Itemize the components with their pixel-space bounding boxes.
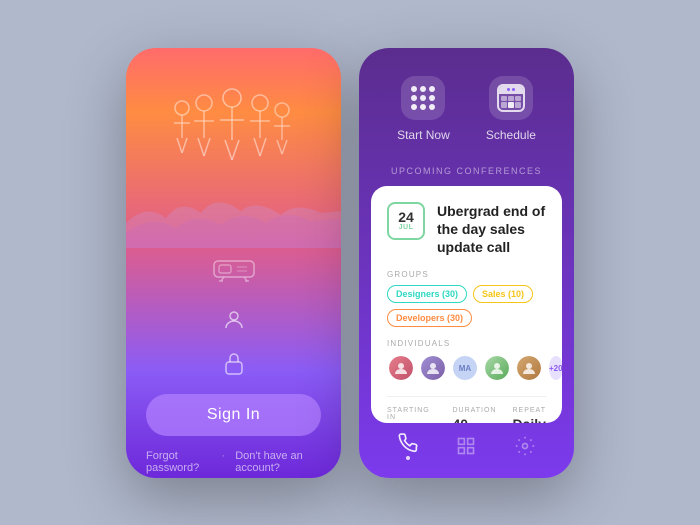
nav-phone-icon[interactable]: [398, 433, 418, 460]
stat-duration: DURATION 40 mins: [452, 407, 496, 422]
phone-nav-icon: [398, 433, 418, 453]
start-now-icon: [401, 76, 445, 120]
individuals-label: INDIVIDUALS: [387, 339, 546, 348]
groups-row: Designers (30) Sales (10) Developers (30…: [387, 285, 546, 327]
schedule-label: Schedule: [486, 128, 536, 142]
start-now-label: Start Now: [397, 128, 450, 142]
schedule-action[interactable]: Schedule: [486, 76, 536, 142]
stat-starting-in: STARTING IN 23h : 46m: [387, 407, 436, 422]
individuals-row: MA: [387, 354, 546, 382]
figures-illustration: [164, 88, 304, 178]
bottom-navigation: [359, 423, 574, 478]
sign-in-button[interactable]: Sign In: [146, 394, 321, 436]
avatar-ma: MA: [451, 354, 479, 382]
card-stats: STARTING IN 23h : 46m DURATION 40 mins R…: [387, 396, 546, 422]
no-account-link[interactable]: Don't have an account?: [235, 450, 321, 474]
avatar-more[interactable]: +20: [547, 354, 562, 382]
right-phone: Start Now: [359, 48, 574, 478]
forgot-password-link[interactable]: Forgot password?: [146, 450, 212, 474]
start-now-action[interactable]: Start Now: [397, 76, 450, 142]
conference-card: 24 JUL Ubergrad end of the day sales upd…: [371, 186, 562, 423]
stat-repeat: REPEAT Daily: [513, 407, 547, 422]
lock-icon: [223, 351, 245, 380]
stat-starting-label: STARTING IN: [387, 407, 436, 421]
phone-svg: [209, 253, 259, 283]
group-sales[interactable]: Sales (10): [473, 285, 533, 303]
action-buttons: Start Now: [359, 48, 574, 158]
nav-grid-icon[interactable]: [456, 436, 476, 456]
figures-area: [126, 48, 341, 288]
telephone-illustration: [209, 253, 259, 288]
nav-settings-icon[interactable]: [515, 436, 535, 456]
grid-nav-icon: [456, 436, 476, 456]
date-badge: 24 JUL: [387, 202, 425, 240]
nav-active-dot: [406, 456, 410, 460]
cloud-decoration: [126, 193, 341, 248]
card-header: 24 JUL Ubergrad end of the day sales upd…: [387, 202, 546, 257]
date-month: JUL: [399, 224, 414, 231]
avatar-4-face: [489, 360, 505, 376]
person-icon-svg: [222, 308, 246, 332]
groups-label: GROUPS: [387, 270, 546, 279]
calendar-icon: [497, 84, 525, 112]
schedule-icon-circle: [489, 76, 533, 120]
avatar-5: [515, 354, 543, 382]
avatar-2: [419, 354, 447, 382]
stat-duration-label: DURATION: [452, 407, 496, 414]
auth-links: Forgot password? · Don't have an account…: [146, 450, 321, 474]
date-number: 24: [398, 210, 414, 224]
upcoming-conferences-title: UPCOMING CONFERENCES: [359, 158, 574, 186]
avatar-1: [387, 354, 415, 382]
avatar-5-face: [521, 360, 537, 376]
stat-repeat-label: REPEAT: [513, 407, 547, 414]
user-icon: [222, 308, 246, 337]
group-developers[interactable]: Developers (30): [387, 309, 472, 327]
group-designers[interactable]: Designers (30): [387, 285, 467, 303]
avatar-2-face: [425, 360, 441, 376]
left-phone: Sign In Forgot password? · Don't have an…: [126, 48, 341, 478]
divider: ·: [222, 450, 226, 474]
avatar-1-face: [393, 360, 409, 376]
avatar-4: [483, 354, 511, 382]
settings-nav-icon: [515, 436, 535, 456]
card-title: Ubergrad end of the day sales update cal…: [437, 202, 546, 257]
lock-icon-svg: [223, 351, 245, 375]
grid-dots-icon: [411, 86, 435, 110]
login-form: Sign In Forgot password? · Don't have an…: [126, 288, 341, 478]
